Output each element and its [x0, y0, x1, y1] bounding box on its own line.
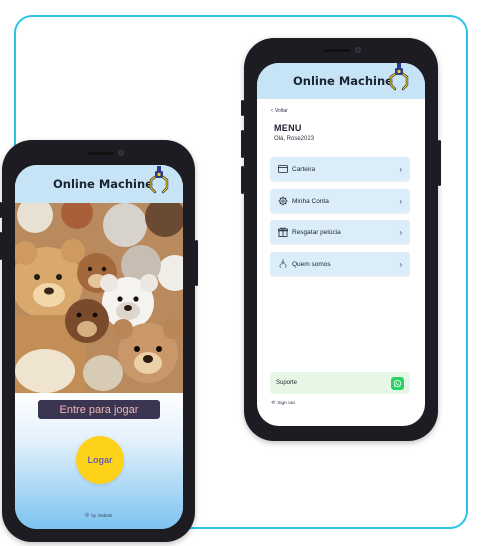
chevron-left-icon: ‹: [271, 108, 273, 114]
camera-icon: [355, 47, 361, 53]
greeting-text: Olá, Rose2023: [274, 136, 315, 142]
app-header: Online Machine: [257, 63, 425, 99]
menu-title: MENU: [274, 123, 302, 133]
side-button: [438, 140, 441, 186]
login-screen: Online Machine Entre para jogar Logar ◎ …: [15, 165, 183, 529]
menu-item-label: Resgatar pelúcia: [292, 228, 341, 236]
claw-icon: [278, 259, 288, 269]
wallet-icon: [278, 164, 288, 174]
footer-by: by: [91, 512, 97, 518]
plush-toys-photo: [15, 203, 183, 393]
chevron-right-icon: ›: [399, 227, 402, 237]
menu-item-resgatar-pelucia[interactable]: Resgatar pelúcia ›: [270, 220, 410, 244]
side-button: [241, 100, 244, 116]
signout-link[interactable]: ⟲ Sign out: [271, 400, 295, 406]
robot-icon: ◎: [85, 512, 90, 518]
side-button: [0, 202, 2, 218]
chevron-right-icon: ›: [399, 196, 402, 206]
app-header: Online Machine: [15, 165, 183, 203]
camera-icon: [118, 150, 124, 156]
speaker-notch: [88, 152, 114, 155]
whatsapp-icon: [391, 376, 404, 390]
gift-icon: [278, 227, 288, 237]
back-label: Voltar: [275, 108, 288, 114]
menu-item-label: Quem somos: [292, 260, 331, 268]
menu-item-label: Minha Conta: [292, 197, 329, 205]
login-panel: Entre para jogar Logar ◎ by Robots: [15, 393, 183, 529]
showcase-stage: Online Machine ‹ Voltar MENU Olá, Rose20…: [0, 0, 482, 546]
menu-item-label: Carteira: [292, 165, 316, 173]
by-robots-logo: ◎ by Robots: [85, 512, 112, 518]
menu-item-minha-conta[interactable]: Minha Conta ›: [270, 189, 410, 213]
side-button: [241, 166, 244, 194]
menu-item-carteira[interactable]: Carteira ›: [270, 157, 410, 181]
app-title: Online Machine: [53, 177, 153, 191]
menu-item-quem-somos[interactable]: Quem somos ›: [270, 252, 410, 276]
side-button: [0, 232, 2, 260]
support-button[interactable]: Suporte: [270, 372, 410, 394]
gear-icon: [278, 196, 288, 206]
app-title: Online Machine: [293, 74, 393, 88]
side-button: [195, 240, 198, 286]
chevron-right-icon: ›: [399, 259, 402, 269]
chevron-right-icon: ›: [399, 164, 402, 174]
phone-right: Online Machine ‹ Voltar MENU Olá, Rose20…: [241, 38, 441, 441]
speaker-notch: [324, 49, 350, 52]
enter-to-play-button[interactable]: Entre para jogar: [38, 400, 160, 419]
signout-label: Sign out: [277, 400, 295, 406]
plush-toys-illustration: [15, 203, 183, 393]
claw-logo-icon: [389, 63, 409, 91]
login-button[interactable]: Logar: [76, 436, 124, 484]
support-label: Suporte: [276, 380, 298, 386]
footer-brand: Robots: [98, 512, 113, 518]
menu-screen: Online Machine ‹ Voltar MENU Olá, Rose20…: [257, 63, 425, 426]
claw-logo-icon: [149, 166, 169, 194]
side-button: [241, 130, 244, 158]
signout-icon: ⟲: [271, 400, 276, 406]
back-link[interactable]: ‹ Voltar: [271, 108, 288, 114]
phone-left: Online Machine Entre para jogar Logar ◎ …: [0, 140, 198, 542]
